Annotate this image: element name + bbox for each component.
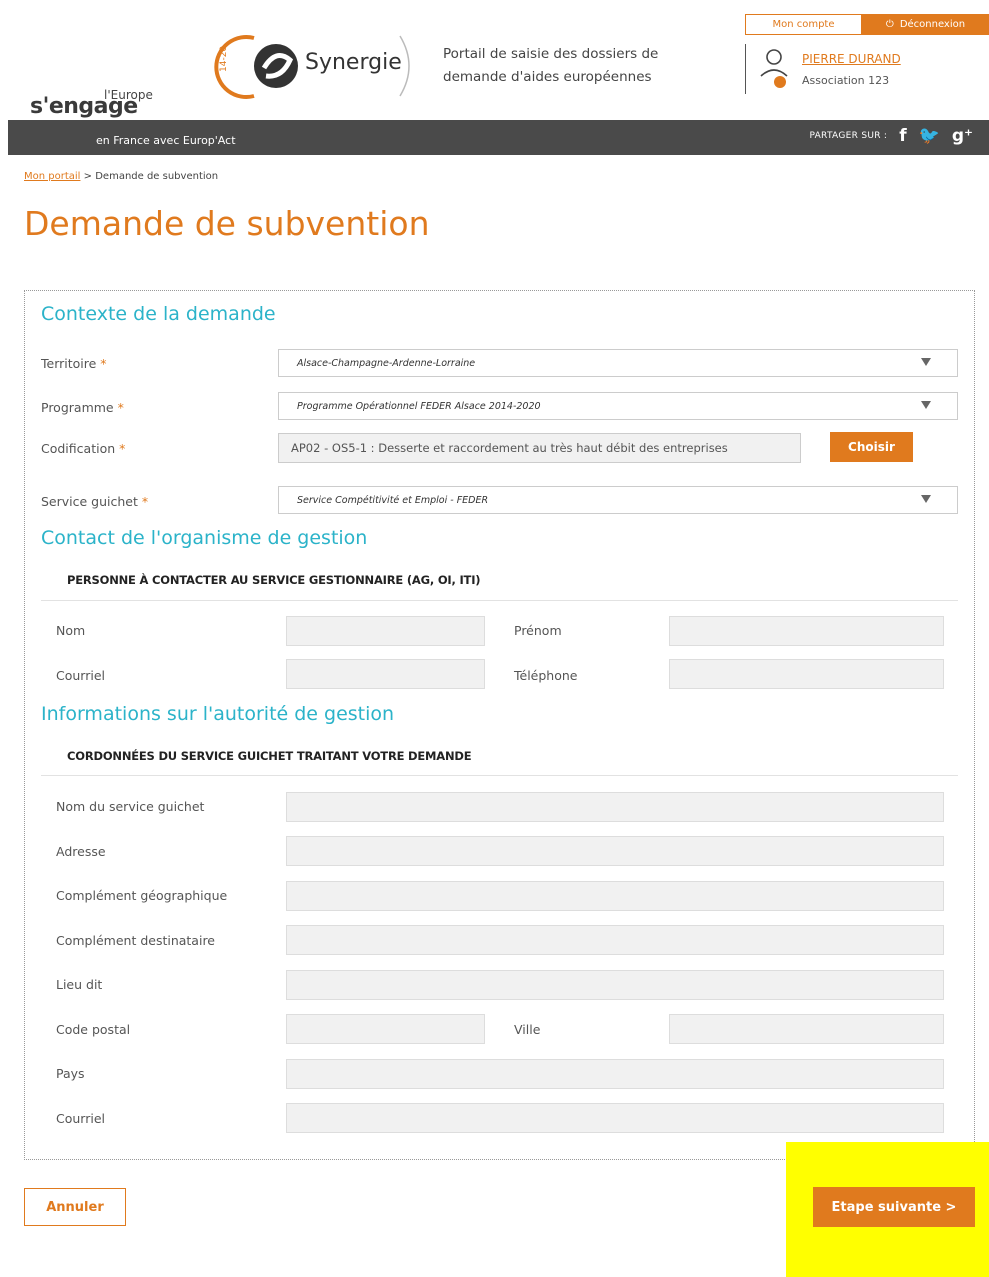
- service-guichet-label: Service guichet *: [41, 494, 149, 509]
- chevron-down-icon: [921, 358, 931, 366]
- complement-geo-label: Complément géographique: [56, 888, 228, 903]
- breadcrumb-home-link[interactable]: Mon portail: [24, 171, 80, 182]
- codification-field[interactable]: AP02 - OS5-1 : Desserte et raccordement …: [278, 433, 801, 463]
- complement-dest-input[interactable]: [286, 925, 944, 955]
- ville-label: Ville: [514, 1022, 541, 1037]
- service-guichet-select[interactable]: Service Compétitivité et Emploi - FEDER: [278, 486, 958, 514]
- divider: [41, 775, 958, 776]
- nom-service-input[interactable]: [286, 792, 944, 822]
- account-button[interactable]: Mon compte: [745, 14, 862, 35]
- twitter-icon[interactable]: 🐦: [919, 126, 940, 146]
- facebook-icon[interactable]: f: [899, 126, 906, 146]
- chevron-down-icon: [921, 495, 931, 503]
- nom-label: Nom: [56, 623, 86, 638]
- service-guichet-value: Service Compétitivité et Emploi - FEDER: [297, 494, 489, 506]
- adresse-label: Adresse: [56, 844, 106, 859]
- chevron-down-icon: [921, 401, 931, 409]
- svg-text:14-20: 14-20: [219, 46, 229, 72]
- section-title-contact: Contact de l'organisme de gestion: [41, 527, 368, 549]
- territoire-label: Territoire *: [41, 356, 107, 371]
- page-title: Demande de subvention: [24, 204, 430, 243]
- user-organization: Association 123: [802, 74, 890, 87]
- google-plus-icon[interactable]: g⁺: [952, 126, 973, 146]
- power-icon: ⏻: [885, 19, 894, 30]
- logout-label: Déconnexion: [899, 19, 966, 30]
- breadcrumb-current: Demande de subvention: [95, 171, 219, 182]
- ville-input[interactable]: [669, 1014, 944, 1044]
- europact-label: en France avec Europ'Act: [96, 134, 236, 147]
- programme-value: Programme Opérationnel FEDER Alsace 2014…: [297, 400, 541, 412]
- lieu-dit-input[interactable]: [286, 970, 944, 1000]
- courriel-label: Courriel: [56, 668, 105, 683]
- choose-button[interactable]: Choisir: [830, 432, 913, 462]
- header-bar: en France avec Europ'Act PARTAGER SUR : …: [8, 120, 989, 155]
- form-panel: Contexte de la demande Territoire * Alsa…: [24, 290, 975, 1160]
- contact-subheading: PERSONNE À CONTACTER AU SERVICE GESTIONN…: [67, 573, 481, 587]
- authority-subheading: CORDONNÉES DU SERVICE GUICHET TRAITANT V…: [67, 749, 472, 763]
- nom-input[interactable]: [286, 616, 485, 646]
- share-label: PARTAGER SUR :: [809, 131, 888, 141]
- logout-button[interactable]: ⏻ Déconnexion: [862, 14, 989, 35]
- complement-geo-input[interactable]: [286, 881, 944, 911]
- courriel-guichet-input[interactable]: [286, 1103, 944, 1133]
- user-box: PIERRE DURAND Association 123: [745, 44, 901, 94]
- breadcrumb-separator: >: [83, 171, 93, 182]
- share-group: PARTAGER SUR : f 🐦 g⁺: [809, 126, 973, 146]
- nom-service-label: Nom du service guichet: [56, 799, 205, 814]
- user-name-link[interactable]: PIERRE DURAND: [802, 52, 901, 66]
- prenom-input[interactable]: [669, 616, 944, 646]
- cancel-button[interactable]: Annuler: [24, 1188, 126, 1226]
- programme-select[interactable]: Programme Opérationnel FEDER Alsace 2014…: [278, 392, 958, 420]
- code-postal-label: Code postal: [56, 1022, 131, 1037]
- portal-tagline: Portail de saisie des dossiers de demand…: [443, 46, 659, 85]
- pays-label: Pays: [56, 1066, 85, 1081]
- user-avatar-icon: [760, 49, 788, 88]
- sengage-logo: s'engage: [30, 94, 138, 119]
- codification-label: Codification *: [41, 441, 126, 456]
- telephone-label: Téléphone: [514, 668, 578, 683]
- next-step-button[interactable]: Etape suivante >: [813, 1187, 975, 1227]
- section-title-context: Contexte de la demande: [41, 303, 276, 325]
- synergie-wordmark: Synergie: [305, 50, 402, 75]
- adresse-input[interactable]: [286, 836, 944, 866]
- courriel-input[interactable]: [286, 659, 485, 689]
- courriel-guichet-label: Courriel: [56, 1111, 105, 1126]
- territoire-select[interactable]: Alsace-Champagne-Ardenne-Lorraine: [278, 349, 958, 377]
- pays-input[interactable]: [286, 1059, 944, 1089]
- complement-dest-label: Complément destinataire: [56, 933, 215, 948]
- section-title-authority: Informations sur l'autorité de gestion: [41, 703, 395, 725]
- programme-label: Programme *: [41, 400, 124, 415]
- divider: [41, 600, 958, 601]
- breadcrumb: Mon portail > Demande de subvention: [24, 171, 218, 182]
- lieu-dit-label: Lieu dit: [56, 977, 103, 992]
- prenom-label: Prénom: [514, 623, 562, 638]
- telephone-input[interactable]: [669, 659, 944, 689]
- territoire-value: Alsace-Champagne-Ardenne-Lorraine: [297, 357, 476, 369]
- code-postal-input[interactable]: [286, 1014, 485, 1044]
